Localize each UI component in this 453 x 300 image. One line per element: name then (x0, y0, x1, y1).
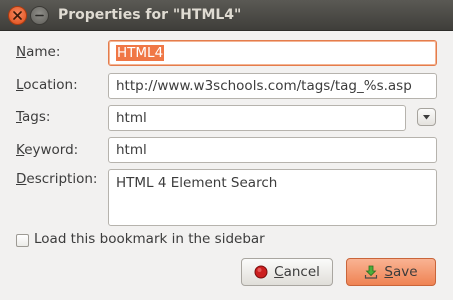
location-label-rest: ocation: (23, 77, 78, 93)
cancel-label-rest: ancel (283, 264, 320, 280)
save-button-label: Save (384, 264, 417, 280)
properties-dialog: Properties for "HTML4" Name: HTML4 Locat… (0, 0, 453, 300)
window-minimize-button[interactable] (30, 6, 49, 25)
tags-field-value: html (116, 110, 147, 126)
tags-label: Tags: (16, 109, 50, 125)
keyword-field-value: html (116, 142, 147, 158)
keyword-label: Keyword: (16, 142, 78, 158)
description-textarea[interactable]: HTML 4 Element Search (108, 169, 437, 226)
chevron-down-icon (423, 114, 430, 119)
cancel-label-mnemonic: C (274, 264, 284, 280)
window-close-button[interactable] (8, 6, 27, 25)
description-value: HTML 4 Element Search (116, 175, 278, 191)
name-label-mnemonic: N (16, 44, 27, 60)
load-in-sidebar-label-mnemonic: h (75, 231, 85, 247)
name-label: Name: (16, 44, 60, 60)
tags-dropdown-button[interactable] (417, 108, 436, 126)
tags-label-rest: ags: (22, 109, 51, 125)
title-bar: Properties for "HTML4" (0, 0, 453, 31)
save-button[interactable]: Save (346, 258, 436, 286)
tags-field[interactable]: html (108, 105, 406, 131)
load-in-sidebar-checkbox[interactable] (16, 234, 29, 247)
location-field-value: http://www.w3schools.com/tags/tag_%s.asp (116, 78, 412, 94)
description-label-rest: escription: (26, 171, 98, 187)
window-title: Properties for "HTML4" (58, 7, 242, 23)
location-field[interactable]: http://www.w3schools.com/tags/tag_%s.asp (108, 73, 437, 99)
cancel-button-label: Cancel (274, 264, 320, 280)
name-field-value: HTML4 (116, 45, 165, 61)
cancel-button[interactable]: Cancel (241, 258, 333, 286)
location-label: Location: (16, 77, 78, 93)
keyword-label-rest: eyword: (24, 142, 79, 158)
description-label-mnemonic: D (16, 171, 27, 187)
save-label-mnemonic: S (384, 264, 393, 280)
close-icon (13, 11, 22, 20)
keyword-field[interactable]: html (108, 137, 437, 163)
name-field[interactable]: HTML4 (108, 40, 437, 66)
save-icon (365, 265, 378, 279)
description-label: Description: (16, 171, 97, 187)
save-label-rest: ave (393, 264, 418, 280)
minimize-icon (35, 14, 44, 17)
load-in-sidebar-label-rest: is bookmark in the sidebar (84, 231, 265, 247)
name-label-rest: ame: (26, 44, 61, 60)
cancel-icon (254, 265, 268, 279)
load-in-sidebar-label-prefix: Load t (34, 231, 76, 247)
load-in-sidebar-label[interactable]: Load this bookmark in the sidebar (34, 231, 265, 247)
keyword-label-mnemonic: K (16, 142, 25, 158)
